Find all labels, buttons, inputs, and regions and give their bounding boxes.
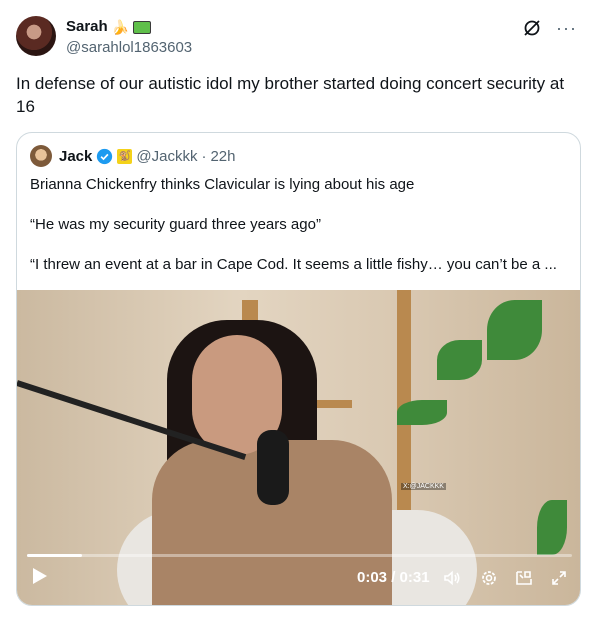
plant-leaf xyxy=(537,500,567,555)
plant-leaf xyxy=(397,400,447,425)
plant-leaf xyxy=(437,340,482,380)
author-handle[interactable]: @sarahlol1863603 xyxy=(66,39,192,56)
quoted-tweet[interactable]: Jack 🐒 @Jackkk · 22h Brianna Chickenfry … xyxy=(16,132,581,606)
gear-icon[interactable] xyxy=(479,568,499,588)
verified-badge-icon xyxy=(97,148,113,164)
progress-fill xyxy=(27,554,82,557)
plant-leaf xyxy=(487,300,542,360)
quote-timestamp[interactable]: 22h xyxy=(210,148,235,165)
fullscreen-icon[interactable] xyxy=(549,568,569,588)
time-display: 0:03 / 0:31 xyxy=(357,569,430,586)
video-player[interactable]: X:@JACKKK 0:03 / 0:31 xyxy=(17,290,580,605)
quote-avatar[interactable] xyxy=(30,145,52,167)
display-name[interactable]: Sarah xyxy=(66,18,108,35)
microphone xyxy=(257,430,289,505)
tweet-actions: ··· xyxy=(522,18,577,38)
progress-bar[interactable] xyxy=(27,554,572,557)
play-icon[interactable] xyxy=(33,568,47,584)
video-watermark: X:@JACKKK xyxy=(401,483,446,490)
keyboard-emoji-icon xyxy=(133,21,152,34)
quote-display-name[interactable]: Jack xyxy=(59,148,92,165)
separator-dot: · xyxy=(201,147,207,165)
author-name-row: Sarah 🍌 xyxy=(66,18,152,35)
more-icon[interactable]: ··· xyxy=(556,19,577,37)
video-controls: 0:03 / 0:31 xyxy=(17,566,580,594)
avatar[interactable] xyxy=(16,16,56,56)
quote-line-2: “He was my security guard three years ag… xyxy=(30,216,321,233)
grok-icon[interactable] xyxy=(522,18,542,38)
pip-icon[interactable] xyxy=(514,568,534,588)
affiliate-badge-icon: 🐒 xyxy=(117,148,133,164)
volume-icon[interactable] xyxy=(442,568,462,588)
quote-header: Jack 🐒 @Jackkk · 22h xyxy=(30,145,235,167)
banana-emoji: 🍌 xyxy=(111,18,130,35)
quote-line-3: “I threw an event at a bar in Cape Cod. … xyxy=(30,256,557,273)
quote-line-1: Brianna Chickenfry thinks Clavicular is … xyxy=(30,176,415,193)
quote-handle[interactable]: @Jackkk xyxy=(136,148,197,165)
tweet-text: In defense of our autistic idol my broth… xyxy=(16,74,565,116)
